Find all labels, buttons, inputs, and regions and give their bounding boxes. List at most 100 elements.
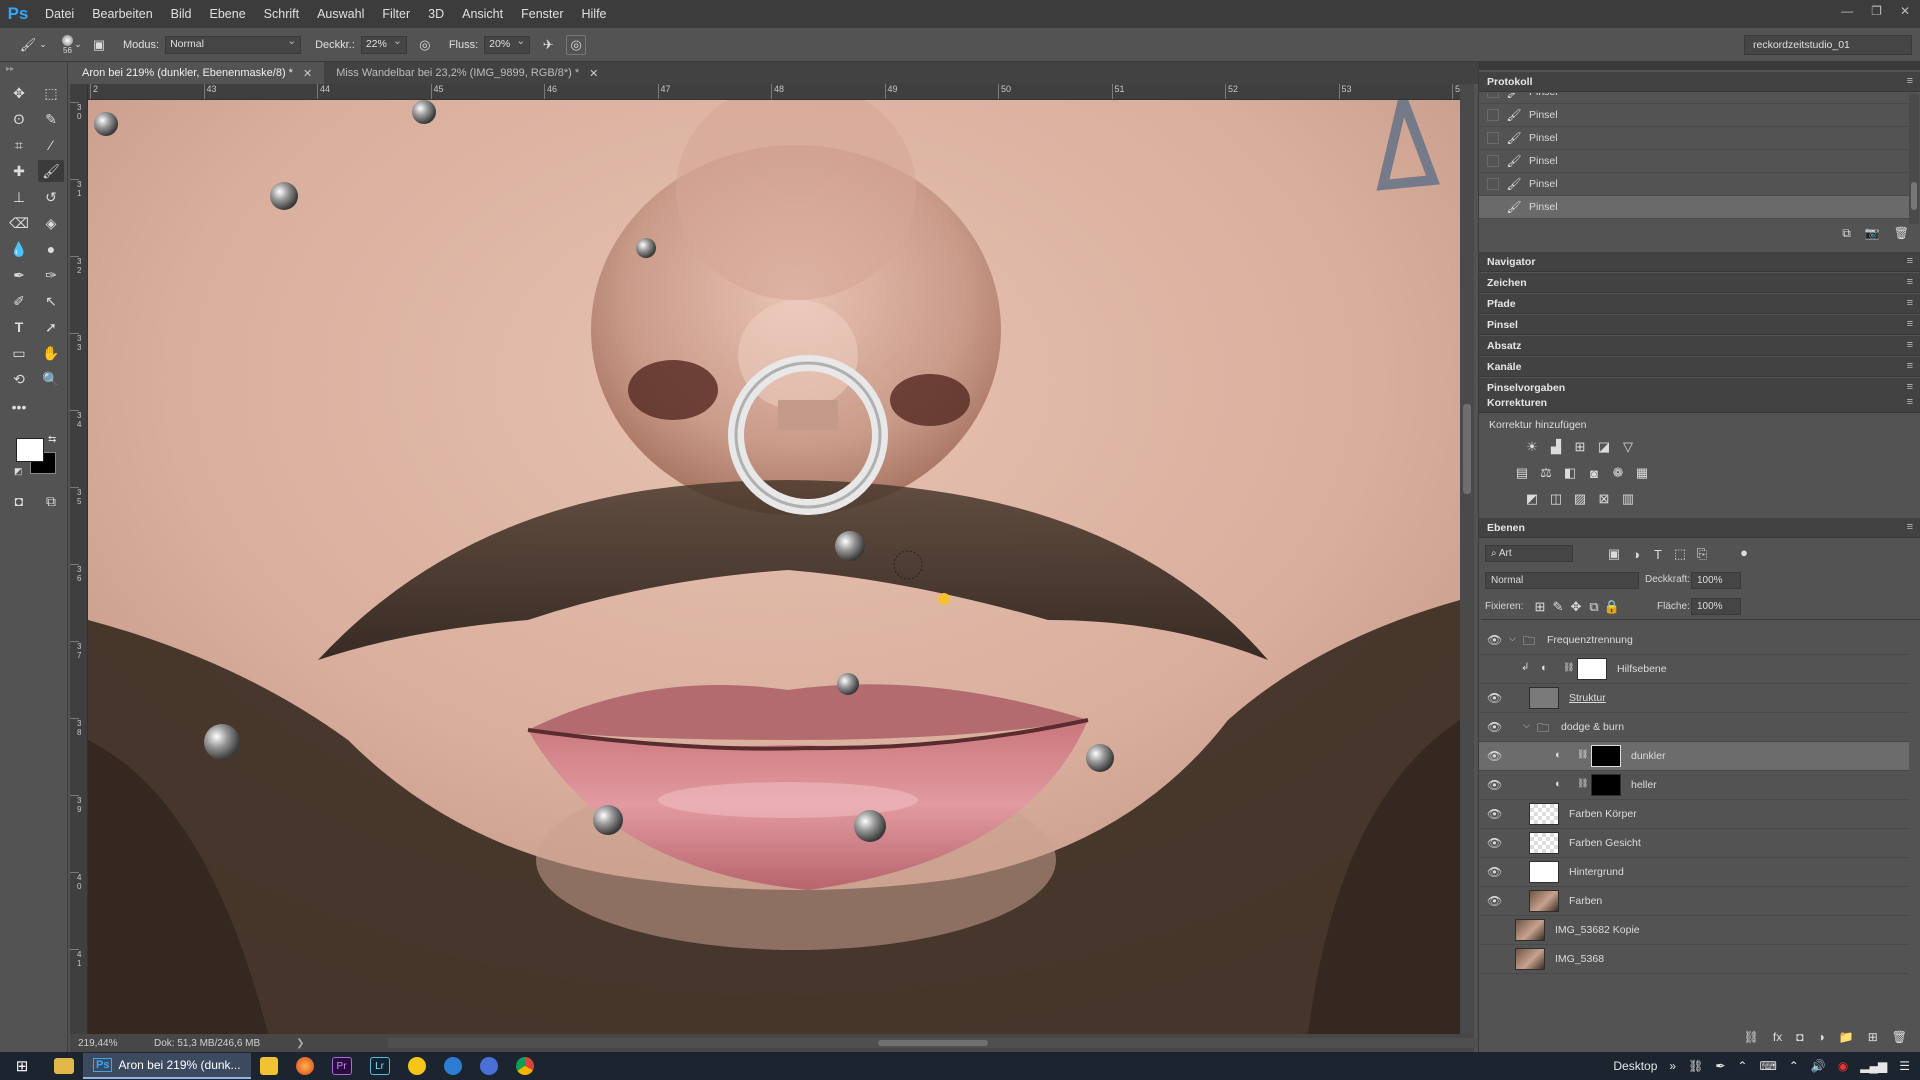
posterize-icon[interactable]: ◫ xyxy=(1547,491,1565,507)
layer-mask-thumbnail[interactable] xyxy=(1591,745,1621,767)
eye-icon[interactable]: 👁 xyxy=(1487,865,1502,879)
panel-menu-icon[interactable]: ≡ xyxy=(1907,318,1913,330)
vertical-scrollbar[interactable] xyxy=(1460,84,1474,1034)
layer-mask-thumbnail[interactable] xyxy=(1577,658,1607,680)
volume-icon[interactable]: 🔊 xyxy=(1811,1059,1826,1073)
tool-preset-dropdown-icon[interactable]: ⌄ xyxy=(38,35,48,55)
layer-row[interactable]: 👁 Farben xyxy=(1479,887,1909,916)
filter-toggle-icon[interactable]: ● xyxy=(1735,544,1753,560)
link-icon[interactable]: ⛓ xyxy=(1577,778,1588,789)
curvature-pen-tool-icon[interactable]: ✐ xyxy=(6,290,32,312)
antivirus-icon[interactable]: ◉ xyxy=(1838,1059,1848,1073)
panel-menu-icon[interactable]: ≡ xyxy=(1907,75,1913,87)
eye-icon[interactable]: 👁 xyxy=(1487,691,1502,705)
freeform-pen-tool-icon[interactable]: ✑ xyxy=(38,264,64,286)
menu-ansicht[interactable]: Ansicht xyxy=(453,0,512,28)
tab-aron[interactable]: Aron bei 219% (dunkler, Ebenenmaske/8) *… xyxy=(70,62,325,84)
panel-menu-icon[interactable]: ≡ xyxy=(1907,381,1913,393)
eye-icon[interactable]: 👁 xyxy=(1487,778,1502,792)
layer-row[interactable]: 👁 ◐ ⛓ dunkler xyxy=(1479,742,1909,771)
history-state[interactable]: 🖌 Pinsel xyxy=(1479,150,1909,173)
menu-auswahl[interactable]: Auswahl xyxy=(308,0,373,28)
pen-tool-icon[interactable]: ✒ xyxy=(6,264,32,286)
clone-stamp-tool-icon[interactable]: ⊥ xyxy=(6,186,32,208)
invert-icon[interactable]: ◩ xyxy=(1523,491,1541,507)
link-icon[interactable]: ⛓ xyxy=(1563,662,1574,673)
layer-fill-input[interactable]: 100% xyxy=(1691,598,1741,615)
paint-bucket-tool-icon[interactable]: ◈ xyxy=(38,212,64,234)
eye-icon[interactable]: 👁 xyxy=(1487,720,1502,734)
lock-artboard-icon[interactable]: ⧉ xyxy=(1585,599,1603,615)
panel-menu-icon[interactable]: ≡ xyxy=(1907,339,1913,351)
panel-header-pfade[interactable]: Pfade ≡ xyxy=(1479,294,1920,314)
link-icon[interactable]: ⛓ xyxy=(1577,749,1588,760)
history-source-checkbox[interactable] xyxy=(1487,132,1499,144)
browser-icon[interactable] xyxy=(443,1057,462,1075)
minimize-button[interactable]: — xyxy=(1841,4,1853,18)
panel-menu-icon[interactable]: ≡ xyxy=(1907,396,1913,408)
panel-header-navigator[interactable]: Navigator ≡ xyxy=(1479,252,1920,272)
type-filter-icon[interactable]: T xyxy=(1649,546,1667,562)
history-panel-header[interactable]: Protokoll ≡ xyxy=(1479,72,1920,92)
keyboard-icon[interactable]: ⌨ xyxy=(1759,1059,1776,1073)
pressure-opacity-icon[interactable]: ◎ xyxy=(415,35,435,55)
history-brush-tool-icon[interactable]: ↺ xyxy=(38,186,64,208)
history-state[interactable]: 🖌 Pinsel xyxy=(1479,127,1909,150)
premiere-icon[interactable]: Pr xyxy=(331,1057,352,1075)
shape-filter-icon[interactable]: ⬚ xyxy=(1671,546,1689,562)
default-colors-icon[interactable]: ◩ xyxy=(14,466,23,477)
history-source-checkbox[interactable] xyxy=(1487,109,1499,121)
panel-header-kanäle[interactable]: Kanäle ≡ xyxy=(1479,357,1920,377)
menu-schrift[interactable]: Schrift xyxy=(255,0,308,28)
add-mask-icon[interactable]: ◘ xyxy=(1796,1030,1803,1048)
direct-selection-tool-icon[interactable]: ➚ xyxy=(38,316,64,338)
type-tool-icon[interactable]: T xyxy=(6,316,32,338)
menu-filter[interactable]: Filter xyxy=(373,0,419,28)
lock-transparency-icon[interactable]: ⊞ xyxy=(1531,599,1549,615)
healing-brush-tool-icon[interactable]: ✚ xyxy=(6,160,32,182)
history-state[interactable]: 🖌 Pinsel xyxy=(1479,173,1909,196)
history-state[interactable]: 🖌 Pinsel xyxy=(1479,104,1909,127)
mode-select[interactable]: Normal xyxy=(165,35,302,54)
lock-all-icon[interactable]: 🔒 xyxy=(1603,599,1621,615)
panel-menu-icon[interactable]: ≡ xyxy=(1907,297,1913,309)
yellow-app-icon[interactable] xyxy=(259,1057,278,1075)
blend-mode-select[interactable]: Normal xyxy=(1485,572,1639,589)
layer-style-icon[interactable]: fx xyxy=(1773,1030,1782,1048)
rectangle-tool-icon[interactable]: ▭ xyxy=(6,342,32,364)
new-layer-icon[interactable]: ⊞ xyxy=(1868,1030,1878,1048)
zoom-level[interactable]: 219,44% xyxy=(78,1038,128,1049)
quick-selection-tool-icon[interactable]: ✎ xyxy=(38,108,64,130)
layer-row[interactable]: 👁 ◐ ⛓ heller xyxy=(1479,771,1909,800)
tray-expand-arrows[interactable]: » xyxy=(1669,1059,1676,1073)
brush-tool-icon[interactable]: 🖌 xyxy=(38,160,64,182)
menu-hilfe[interactable]: Hilfe xyxy=(573,0,616,28)
opacity-select[interactable]: 22% xyxy=(360,35,407,54)
move-tool-icon[interactable]: ✥ xyxy=(6,82,32,104)
new-group-icon[interactable]: 📁 xyxy=(1839,1030,1854,1048)
history-source-checkbox[interactable] xyxy=(1487,155,1499,167)
layer-opacity-input[interactable]: 100% xyxy=(1691,572,1741,589)
show-hidden-icon[interactable]: ⌃ xyxy=(1789,1059,1799,1073)
path-selection-tool-icon[interactable]: ↖ xyxy=(38,290,64,312)
history-scrollbar[interactable] xyxy=(1909,94,1919,224)
notification-icon[interactable]: ☰ xyxy=(1899,1059,1910,1073)
flow-select[interactable]: 20% xyxy=(484,35,531,54)
eye-icon[interactable]: 👁 xyxy=(1487,633,1502,647)
document-canvas[interactable] xyxy=(88,100,1460,1034)
horizontal-scrollbar[interactable] xyxy=(388,1038,1518,1048)
history-source-checkbox[interactable] xyxy=(1487,201,1499,213)
delete-layer-icon[interactable]: 🗑 xyxy=(1892,1030,1907,1048)
layer-row[interactable]: 👁 ⌵ 🗀 Frequenztrennung xyxy=(1479,626,1909,655)
airbrush-icon[interactable]: ✈ xyxy=(538,35,558,55)
vertical-scroll-thumb[interactable] xyxy=(1463,404,1471,494)
tab-miss-wandelbar[interactable]: Miss Wandelbar bei 23,2% (IMG_9899, RGB/… xyxy=(324,62,610,84)
gradient-map-icon[interactable]: ▥ xyxy=(1619,491,1637,507)
layer-row[interactable]: 👁 ⌵ 🗀 dodge & burn xyxy=(1479,713,1909,742)
panel-menu-icon[interactable]: ≡ xyxy=(1907,255,1913,267)
mail-app-icon[interactable] xyxy=(407,1057,426,1075)
history-state[interactable]: 🖌 Pinsel xyxy=(1479,196,1909,219)
more-tools-icon[interactable]: ••• xyxy=(6,396,32,418)
menu-bild[interactable]: Bild xyxy=(162,0,201,28)
eye-icon[interactable]: 👁 xyxy=(1487,894,1502,908)
